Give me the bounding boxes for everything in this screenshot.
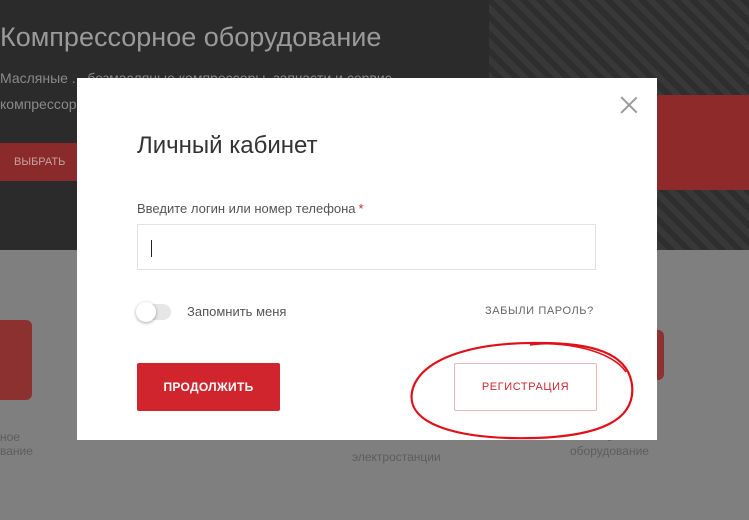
hero-title: Компрессорное оборудование [0, 22, 382, 52]
product-caption-1[interactable]: ное вание [0, 430, 33, 458]
login-label-text: Введите логин или номер телефона [137, 201, 356, 216]
forgot-password-link[interactable]: ЗАБЫЛИ ПАРОЛЬ? [485, 305, 594, 317]
login-label: Введите логин или номер телефона * [137, 201, 364, 216]
hero-button[interactable]: ВЫБРАТЬ [0, 143, 80, 181]
required-mark: * [358, 201, 364, 216]
close-icon[interactable] [620, 96, 638, 114]
login-modal: Личный кабинет Введите логин или номер т… [77, 78, 657, 440]
product-image [0, 320, 32, 400]
continue-button[interactable]: ПРОДОЛЖИТЬ [137, 363, 280, 411]
toggle-knob [136, 302, 156, 322]
register-button[interactable]: РЕГИСТРАЦИЯ [454, 363, 597, 411]
remember-me-toggle[interactable] [136, 302, 171, 322]
product-caption-2[interactable]: электростанции [352, 450, 441, 464]
modal-title: Личный кабинет [137, 132, 318, 159]
text-caret [151, 240, 152, 257]
remember-me-label[interactable]: Запомнить меня [187, 304, 286, 319]
login-input[interactable] [137, 224, 596, 270]
